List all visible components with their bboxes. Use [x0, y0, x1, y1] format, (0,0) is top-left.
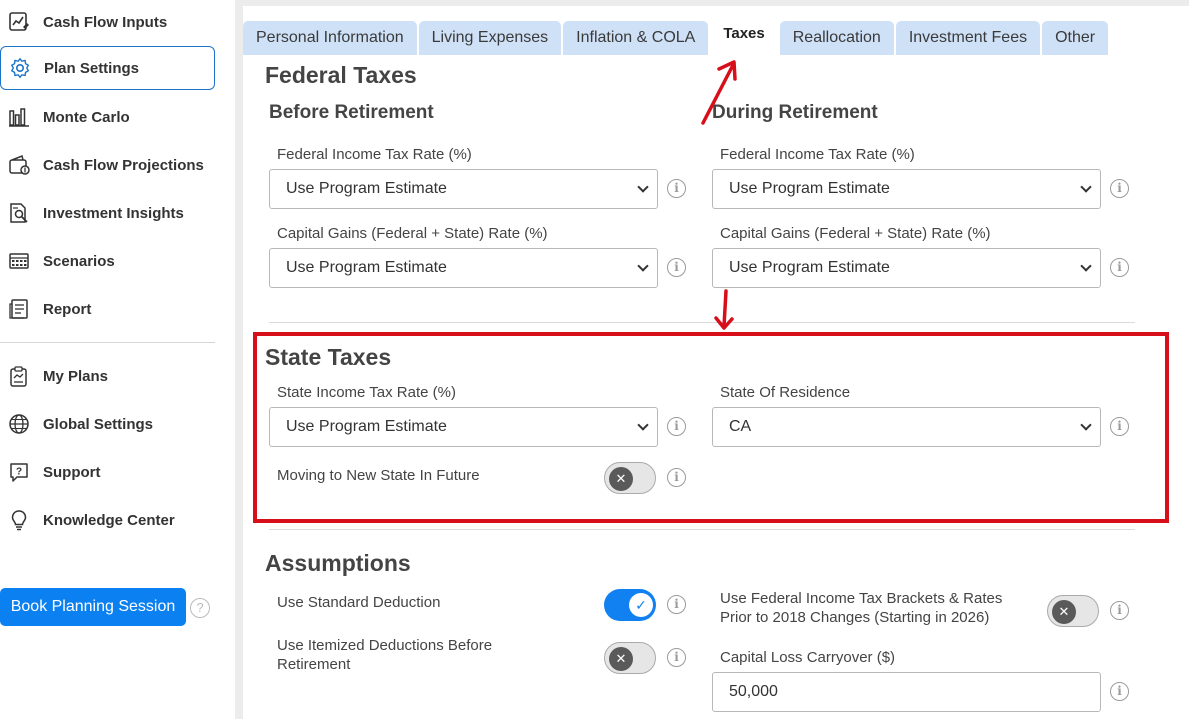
sidebar-item-label: Investment Insights	[43, 204, 184, 222]
before-federal-income-tax-select[interactable]: Use Program Estimate	[269, 169, 658, 209]
info-icon[interactable]: i	[667, 258, 686, 277]
document-search-icon	[7, 201, 31, 225]
capital-loss-carryover-input[interactable]: 50,000	[712, 672, 1101, 712]
sidebar-item-label: Global Settings	[43, 415, 154, 433]
svg-text:?: ?	[16, 467, 22, 478]
state-taxes-highlight-box	[253, 332, 1169, 523]
globe-icon	[7, 412, 31, 436]
during-federal-income-tax-label: Federal Income Tax Rate (%)	[720, 146, 915, 163]
x-icon: ✕	[1052, 600, 1076, 624]
sidebar-item-label: Scenarios	[43, 252, 115, 270]
chat-question-icon: ?	[7, 460, 31, 484]
wallet-icon	[7, 153, 31, 177]
capital-loss-carryover-label: Capital Loss Carryover ($)	[720, 649, 896, 666]
sidebar-item-my-plans[interactable]: My Plans	[0, 354, 215, 398]
standard-deduction-label: Use Standard Deduction	[277, 594, 441, 611]
info-icon[interactable]: i	[1110, 601, 1129, 620]
sidebar-item-monte-carlo[interactable]: Monte Carlo	[0, 95, 215, 139]
sidebar-item-label: Monte Carlo	[43, 108, 130, 126]
before-capital-gains-label: Capital Gains (Federal + State) Rate (%)	[277, 225, 548, 242]
sidebar-item-scenarios[interactable]: Scenarios	[0, 239, 215, 283]
content-topbar	[243, 0, 1189, 6]
chevron-down-icon	[637, 181, 649, 193]
bar-chart-icon	[7, 105, 31, 129]
itemized-deductions-toggle[interactable]: ✕	[604, 642, 656, 674]
standard-deduction-toggle[interactable]: ✓	[604, 589, 656, 621]
before-retirement-heading: Before Retirement	[269, 102, 434, 123]
sidebar-item-label: Cash Flow Inputs	[43, 13, 168, 31]
sidebar-item-report[interactable]: Report	[0, 287, 215, 331]
sidebar-item-label: Report	[43, 300, 92, 318]
federal-taxes-title: Federal Taxes	[265, 62, 417, 88]
label-line: Use Federal Income Tax Brackets & Rates	[720, 590, 1003, 607]
sidebar-item-plan-settings[interactable]: Plan Settings	[0, 46, 215, 90]
select-value: Use Program Estimate	[729, 180, 890, 197]
before-federal-income-tax-label: Federal Income Tax Rate (%)	[277, 146, 472, 163]
sidebar-item-label: My Plans	[43, 367, 109, 385]
arrow-up-icon	[701, 60, 737, 125]
select-value: Use Program Estimate	[286, 180, 447, 197]
gear-icon	[8, 56, 32, 80]
sidebar-item-label: Support	[43, 463, 101, 481]
chevron-down-icon	[1080, 260, 1092, 272]
settings-tabs: Personal Information Living Expenses Inf…	[243, 13, 1110, 55]
sidebar-divider	[0, 342, 215, 343]
info-icon[interactable]: i	[667, 648, 686, 667]
x-icon: ✕	[609, 647, 633, 671]
label-line: Use Itemized Deductions Before	[277, 637, 493, 654]
clipboard-icon	[7, 364, 31, 388]
help-question-icon[interactable]: ?	[190, 598, 210, 618]
sidebar-item-cash-flow-inputs[interactable]: Cash Flow Inputs	[0, 0, 215, 44]
calculator-icon	[7, 249, 31, 273]
chevron-down-icon	[637, 260, 649, 272]
tab-personal-information[interactable]: Personal Information	[243, 21, 417, 55]
pre-2018-brackets-label: Use Federal Income Tax Brackets & Rates …	[720, 590, 1002, 626]
report-icon	[7, 297, 31, 321]
sidebar-item-support[interactable]: ? Support	[0, 450, 215, 494]
lightbulb-icon	[7, 508, 31, 532]
tab-inflation-cola[interactable]: Inflation & COLA	[563, 21, 709, 55]
during-federal-income-tax-select[interactable]: Use Program Estimate	[712, 169, 1101, 209]
tab-taxes[interactable]: Taxes	[710, 13, 778, 55]
sidebar-item-label: Knowledge Center	[43, 511, 175, 529]
info-icon[interactable]: i	[667, 595, 686, 614]
before-capital-gains-select[interactable]: Use Program Estimate	[269, 248, 658, 288]
during-capital-gains-label: Capital Gains (Federal + State) Rate (%)	[720, 225, 991, 242]
select-value: Use Program Estimate	[286, 259, 447, 276]
info-icon[interactable]: i	[1110, 258, 1129, 277]
sidebar-item-investment-insights[interactable]: Investment Insights	[0, 191, 215, 235]
chevron-down-icon	[1080, 181, 1092, 193]
chart-edit-icon	[7, 10, 31, 34]
pre-2018-brackets-toggle[interactable]: ✕	[1047, 595, 1099, 627]
sidebar-item-label: Plan Settings	[44, 59, 140, 77]
info-icon[interactable]: i	[667, 179, 686, 198]
tab-reallocation[interactable]: Reallocation	[779, 21, 894, 55]
sidebar-item-global-settings[interactable]: Global Settings	[0, 402, 215, 446]
sidebar-item-label: Cash Flow Projections	[43, 156, 204, 174]
assumptions-title: Assumptions	[265, 550, 411, 576]
content-gutter	[235, 0, 243, 719]
sidebar-item-cash-flow-projections[interactable]: Cash Flow Projections	[0, 143, 215, 187]
section-divider	[269, 529, 1135, 530]
sidebar: Cash Flow Inputs Plan Settings Monte Car…	[0, 0, 235, 719]
itemized-deductions-label: Use Itemized Deductions Before Retiremen…	[277, 637, 492, 673]
info-icon[interactable]: i	[1110, 179, 1129, 198]
sidebar-item-knowledge-center[interactable]: Knowledge Center	[0, 498, 215, 542]
select-value: Use Program Estimate	[729, 259, 890, 276]
check-icon: ✓	[629, 593, 653, 617]
label-line: Prior to 2018 Changes (Starting in 2026)	[720, 609, 990, 626]
section-divider	[269, 322, 1135, 323]
book-planning-session-button[interactable]: Book Planning Session	[0, 588, 186, 626]
during-capital-gains-select[interactable]: Use Program Estimate	[712, 248, 1101, 288]
tab-living-expenses[interactable]: Living Expenses	[418, 21, 562, 55]
tab-other[interactable]: Other	[1042, 21, 1109, 55]
tab-investment-fees[interactable]: Investment Fees	[895, 21, 1041, 55]
arrow-down-icon	[714, 289, 734, 330]
info-icon[interactable]: i	[1110, 682, 1129, 701]
label-line: Retirement	[277, 656, 351, 673]
